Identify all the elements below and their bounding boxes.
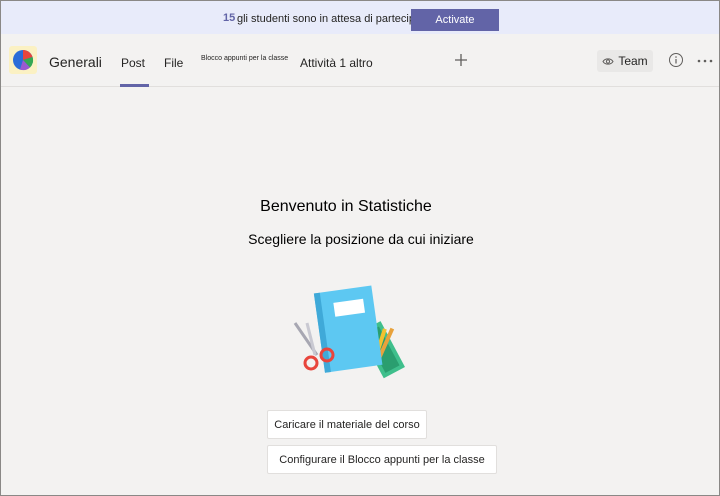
pie-chart-icon	[13, 50, 34, 71]
tab-file[interactable]: File	[164, 56, 183, 70]
setup-class-notebook-button[interactable]: Configurare il Blocco appunti per la cla…	[267, 445, 497, 474]
info-icon[interactable]	[668, 52, 684, 68]
tab-more[interactable]: Attività 1 altro	[300, 56, 373, 70]
channel-name: Generali	[49, 54, 102, 70]
eye-icon	[602, 57, 614, 65]
welcome-title: Benvenuto in Statistiche	[260, 198, 432, 215]
channel-header: Generali Post File Blocco appunti per la…	[1, 34, 719, 87]
app-window: 15 gli studenti sono in attesa di partec…	[0, 0, 720, 496]
welcome-subtitle: Scegliere la posizione da cui iniziare	[248, 231, 474, 247]
upload-course-material-button[interactable]: Caricare il materiale del corso	[267, 410, 427, 439]
active-tab-indicator	[120, 84, 149, 87]
tab-post[interactable]: Post	[121, 56, 145, 70]
notebook-scissors-pencils-illustration	[293, 285, 405, 379]
banner-message: gli studenti sono in attesa di partecipa…	[237, 13, 434, 25]
tab-class-notebook[interactable]: Blocco appunti per la classe	[201, 55, 288, 62]
team-button-label: Team	[618, 54, 648, 68]
waiting-count: 15	[223, 12, 236, 24]
waiting-students-banner: 15 gli studenti sono in attesa di partec…	[1, 1, 719, 34]
team-button[interactable]: Team	[597, 50, 653, 72]
plus-icon[interactable]	[453, 52, 469, 68]
activate-button[interactable]: Activate	[411, 9, 499, 31]
team-avatar[interactable]	[9, 46, 37, 74]
more-options-icon[interactable]	[697, 59, 713, 63]
